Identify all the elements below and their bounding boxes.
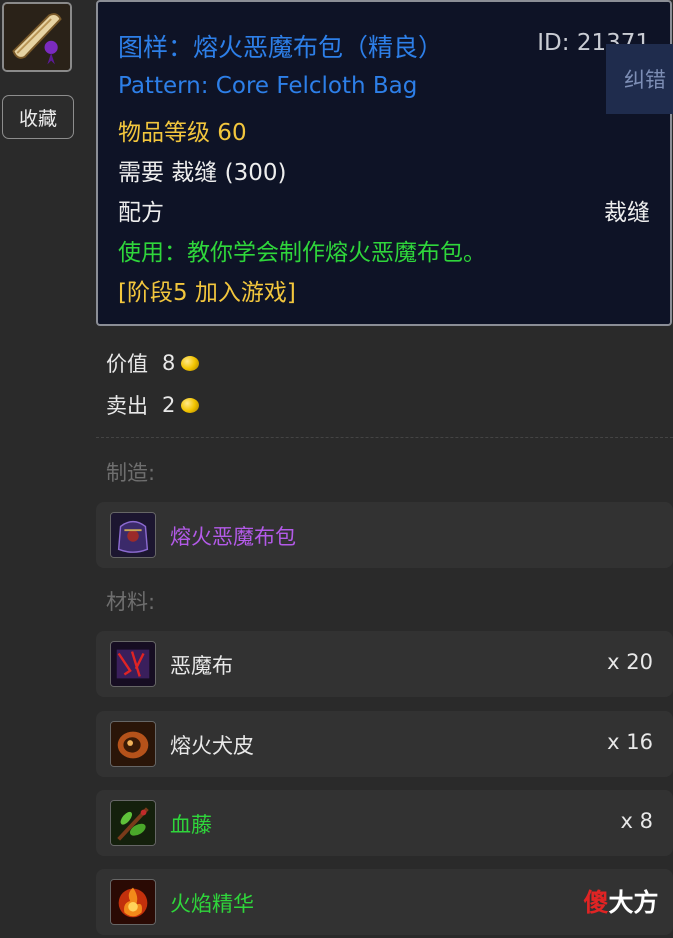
recipe-type: 裁缝: [604, 200, 650, 226]
material-card[interactable]: 熔火犬皮 x 16: [96, 711, 673, 777]
materials-section-label: 材料:: [106, 590, 156, 614]
item-tooltip: 图样：熔火恶魔布包（精良） ID: 21371 Pattern: Core Fe…: [96, 0, 672, 326]
pattern-scroll-icon: [2, 2, 72, 72]
material-quantity: x 16: [607, 730, 653, 754]
core-hound-hide-icon: [110, 721, 156, 767]
watermark-char: 傻: [583, 888, 609, 917]
felcloth-bag-icon: [110, 512, 156, 558]
item-use-text: 使用：教你学会制作熔火恶魔布包。: [118, 240, 486, 266]
recipe-label: 配方: [118, 200, 164, 226]
item-level: 物品等级 60: [118, 120, 247, 146]
report-error-button[interactable]: 纠错: [606, 44, 673, 114]
material-quantity: x 8: [620, 809, 653, 833]
bloodvine-icon: [110, 800, 156, 846]
material-name: 火焰精华: [170, 892, 254, 916]
favorite-button[interactable]: 收藏: [2, 95, 74, 139]
crafted-section-label: 制造:: [106, 461, 156, 485]
item-phase-text: [阶段5 加入游戏]: [118, 280, 296, 306]
material-name: 血藤: [170, 813, 212, 837]
watermark-text: 大方: [608, 888, 659, 917]
watermark-logo: 傻大方: [578, 880, 664, 922]
item-requirement: 需要 裁缝 (300): [118, 160, 287, 186]
material-quantity: x 20: [607, 650, 653, 674]
value-amount: 8: [162, 351, 176, 375]
gold-coin-icon: [181, 397, 200, 413]
item-title: 图样：熔火恶魔布包（精良）: [118, 33, 444, 62]
value-row: 价值 8: [106, 348, 200, 378]
sell-amount: 2: [162, 393, 176, 417]
essence-of-fire-icon: [110, 879, 156, 925]
crafted-item-card[interactable]: 熔火恶魔布包: [96, 502, 673, 568]
gold-coin-icon: [181, 355, 200, 371]
value-label: 价值: [106, 352, 148, 376]
crafted-item-name: 熔火恶魔布包: [170, 525, 296, 549]
item-english-name: Pattern: Core Felcloth Bag: [118, 73, 418, 99]
material-card[interactable]: 血藤 x 8: [96, 790, 673, 856]
material-name: 熔火犬皮: [170, 734, 254, 758]
material-card[interactable]: 恶魔布 x 20: [96, 631, 673, 697]
felcloth-icon: [110, 641, 156, 687]
material-name: 恶魔布: [170, 654, 233, 678]
sell-row: 卖出 2: [106, 390, 200, 420]
sell-label: 卖出: [106, 394, 148, 418]
divider: [96, 437, 673, 438]
